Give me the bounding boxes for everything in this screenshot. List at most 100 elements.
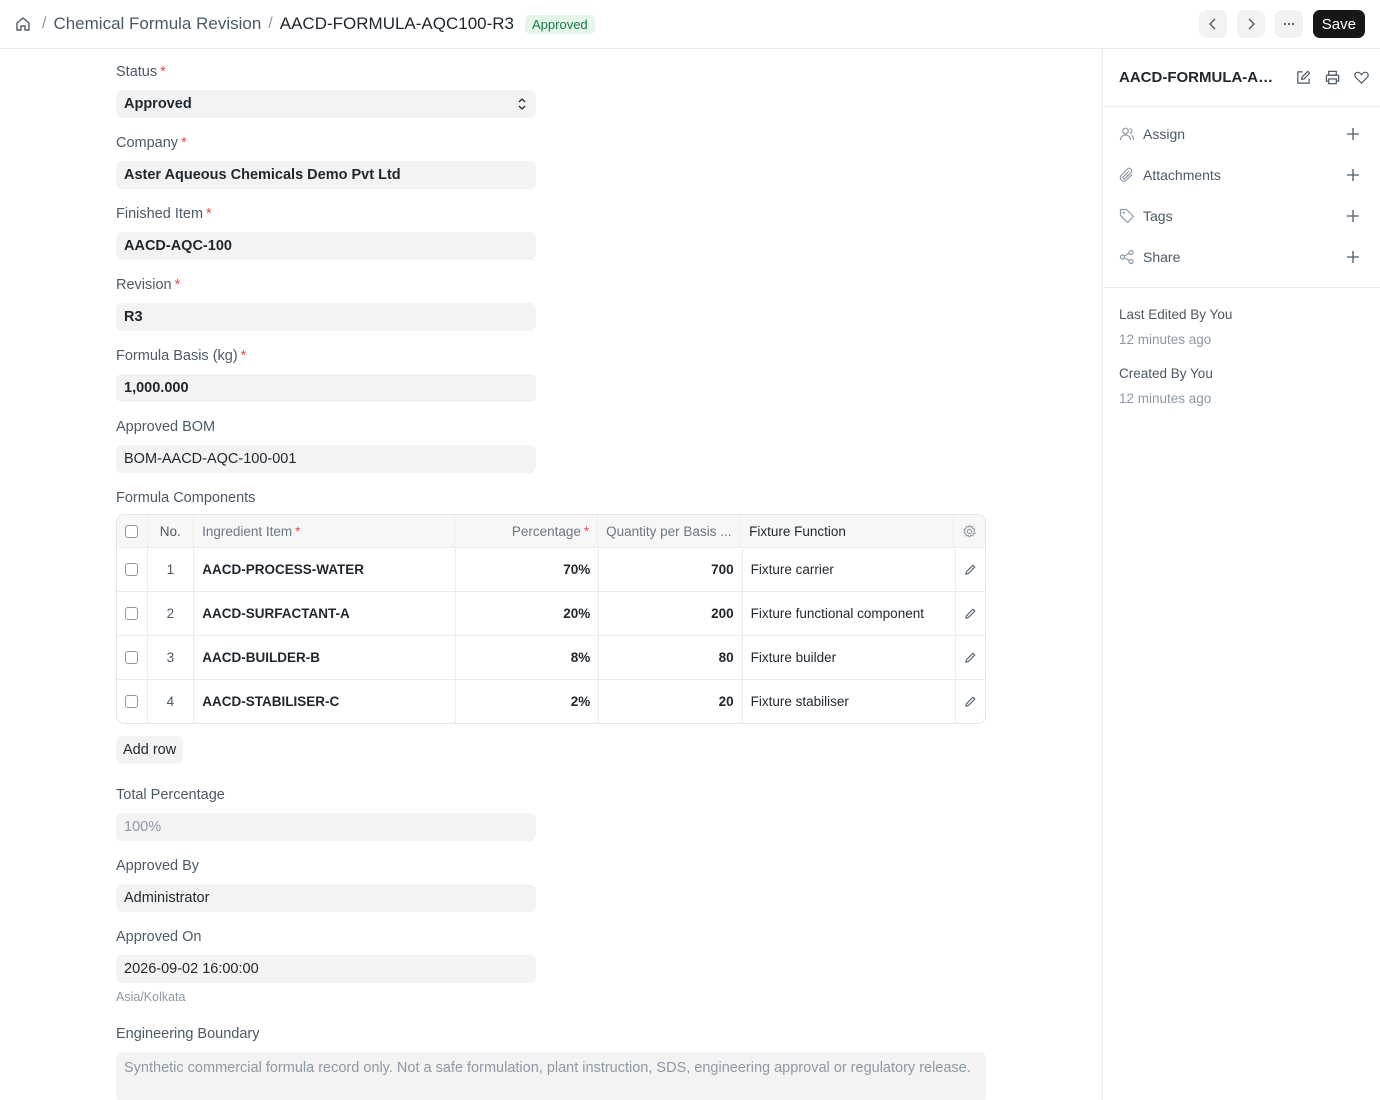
row-item[interactable]: AACD-STABILISER-C bbox=[194, 680, 456, 723]
more-menu-button[interactable] bbox=[1274, 10, 1303, 38]
sidebar-item-share[interactable]: Share bbox=[1103, 236, 1380, 277]
breadcrumb-separator: / bbox=[42, 15, 47, 32]
formula-basis-field: Formula Basis (kg) * 1,000.000 bbox=[116, 346, 536, 402]
sidebar-title: AACD-FORMULA-AQC100-R3 bbox=[1119, 69, 1279, 86]
more-icon bbox=[1283, 22, 1294, 26]
formula-components-field: Formula Components bbox=[116, 488, 536, 508]
formula-basis-input[interactable]: 1,000.000 bbox=[116, 374, 536, 402]
edit-row-icon[interactable] bbox=[964, 695, 977, 708]
row-no: 4 bbox=[148, 680, 195, 723]
row-function[interactable]: Fixture functional component bbox=[743, 592, 957, 635]
status-select[interactable]: Approved bbox=[116, 90, 536, 118]
heart-icon[interactable] bbox=[1353, 69, 1370, 86]
row-percentage[interactable]: 70% bbox=[456, 548, 600, 591]
col-function: Fixture Function bbox=[741, 515, 954, 547]
status-label: Status bbox=[116, 64, 158, 80]
previous-button[interactable] bbox=[1198, 10, 1227, 38]
engineering-boundary-textarea[interactable]: Synthetic commercial formula record only… bbox=[116, 1052, 986, 1100]
timezone-hint: Asia/Kolkata bbox=[116, 990, 186, 1004]
last-edited-label: Last Edited By You bbox=[1119, 307, 1233, 322]
row-percentage[interactable]: 2% bbox=[456, 680, 600, 723]
finished-item-field: Finished Item * AACD-AQC-100 bbox=[116, 204, 536, 260]
row-quantity[interactable]: 700 bbox=[599, 548, 743, 591]
approved-bom-input[interactable]: BOM-AACD-AQC-100-001 bbox=[116, 445, 536, 473]
row-function[interactable]: Fixture carrier bbox=[743, 548, 957, 591]
approved-bom-field: Approved BOM BOM-AACD-AQC-100-001 bbox=[116, 417, 536, 473]
finished-item-input[interactable]: AACD-AQC-100 bbox=[116, 232, 536, 260]
engineering-boundary-label: Engineering Boundary bbox=[116, 1026, 260, 1042]
row-checkbox[interactable] bbox=[125, 563, 139, 576]
sidebar-item-label: Attachments bbox=[1143, 166, 1221, 183]
col-quantity: Quantity per Basis ... bbox=[598, 515, 742, 547]
user-icon bbox=[1119, 127, 1135, 140]
row-item[interactable]: AACD-PROCESS-WATER bbox=[194, 548, 456, 591]
approved-bom-label: Approved BOM bbox=[116, 419, 216, 435]
row-checkbox[interactable] bbox=[125, 651, 139, 664]
table-row[interactable]: 1 AACD-PROCESS-WATER 70% 700 Fixture car… bbox=[117, 547, 985, 591]
breadcrumb-parent[interactable]: Chemical Formula Revision bbox=[53, 14, 261, 34]
row-no: 3 bbox=[148, 636, 195, 679]
tag-icon bbox=[1119, 208, 1135, 223]
row-function[interactable]: Fixture stabiliser bbox=[743, 680, 957, 723]
print-icon[interactable] bbox=[1324, 69, 1341, 86]
sidebar-item-label: Share bbox=[1143, 248, 1181, 265]
breadcrumb-separator: / bbox=[268, 15, 273, 32]
approved-on-input[interactable]: 2026-09-02 16:00:00 bbox=[116, 955, 536, 983]
formula-basis-label: Formula Basis (kg) bbox=[116, 348, 238, 364]
select-all-checkbox[interactable] bbox=[125, 524, 139, 538]
col-no: No. bbox=[148, 515, 195, 547]
plus-icon[interactable] bbox=[1346, 209, 1360, 223]
row-quantity[interactable]: 20 bbox=[599, 680, 743, 723]
status-field: Status * Approved bbox=[116, 62, 536, 118]
plus-icon[interactable] bbox=[1346, 168, 1360, 182]
settings-icon[interactable] bbox=[962, 524, 977, 539]
row-no: 2 bbox=[148, 592, 195, 635]
sidebar-actions: Assign Attachments Tags Share bbox=[1103, 107, 1380, 288]
next-button[interactable] bbox=[1236, 10, 1265, 38]
row-percentage[interactable]: 20% bbox=[456, 592, 600, 635]
sidebar-item-label: Assign bbox=[1143, 125, 1186, 142]
row-quantity[interactable]: 200 bbox=[599, 592, 743, 635]
sidebar-item-attachments[interactable]: Attachments bbox=[1103, 154, 1380, 195]
table-row[interactable]: 3 AACD-BUILDER-B 8% 80 Fixture builder bbox=[117, 635, 985, 679]
chevron-right-icon bbox=[1248, 18, 1255, 30]
table-row[interactable]: 4 AACD-STABILISER-C 2% 20 Fixture stabil… bbox=[117, 679, 985, 723]
save-button[interactable]: Save bbox=[1312, 10, 1365, 38]
row-checkbox[interactable] bbox=[125, 607, 139, 620]
required-marker: * bbox=[174, 277, 181, 293]
plus-icon[interactable] bbox=[1346, 250, 1360, 264]
row-quantity[interactable]: 80 bbox=[599, 636, 743, 679]
approved-by-input[interactable]: Administrator bbox=[116, 884, 536, 912]
company-input[interactable]: Aster Aqueous Chemicals Demo Pvt Ltd bbox=[116, 161, 536, 189]
formula-components-label: Formula Components bbox=[116, 490, 256, 506]
edit-row-icon[interactable] bbox=[964, 563, 977, 576]
col-item: Ingredient Item bbox=[202, 523, 293, 539]
required-marker: * bbox=[206, 206, 212, 222]
row-item[interactable]: AACD-BUILDER-B bbox=[194, 636, 456, 679]
row-item[interactable]: AACD-SURFACTANT-A bbox=[194, 592, 456, 635]
plus-icon[interactable] bbox=[1346, 127, 1360, 141]
row-percentage[interactable]: 8% bbox=[456, 636, 600, 679]
edit-row-icon[interactable] bbox=[964, 607, 977, 620]
row-checkbox[interactable] bbox=[125, 695, 139, 708]
required-marker: * bbox=[583, 523, 590, 539]
status-badge: Approved bbox=[525, 14, 595, 34]
table-row[interactable]: 2 AACD-SURFACTANT-A 20% 200 Fixture func… bbox=[117, 591, 985, 635]
sidebar-item-tags[interactable]: Tags bbox=[1103, 195, 1380, 236]
home-icon[interactable] bbox=[14, 15, 32, 33]
share-icon bbox=[1119, 249, 1134, 264]
revision-input[interactable]: R3 bbox=[116, 303, 536, 331]
page-header: / Chemical Formula Revision / AACD-FORMU… bbox=[0, 0, 1380, 49]
row-function[interactable]: Fixture builder bbox=[743, 636, 957, 679]
edit-icon[interactable] bbox=[1295, 69, 1312, 86]
sidebar-item-label: Tags bbox=[1143, 207, 1173, 224]
approved-by-field: Approved By Administrator bbox=[116, 856, 536, 912]
add-row-button[interactable]: Add row bbox=[116, 736, 184, 764]
revision-field: Revision * R3 bbox=[116, 275, 536, 331]
sidebar-item-assign[interactable]: Assign bbox=[1103, 113, 1380, 154]
table-header: No. Ingredient Item * Percentage * Quantit… bbox=[117, 515, 985, 547]
edit-row-icon[interactable] bbox=[964, 651, 977, 664]
total-percentage-value: 100% bbox=[116, 813, 536, 841]
total-percentage-label: Total Percentage bbox=[116, 787, 225, 803]
col-percentage: Percentage bbox=[511, 523, 581, 539]
